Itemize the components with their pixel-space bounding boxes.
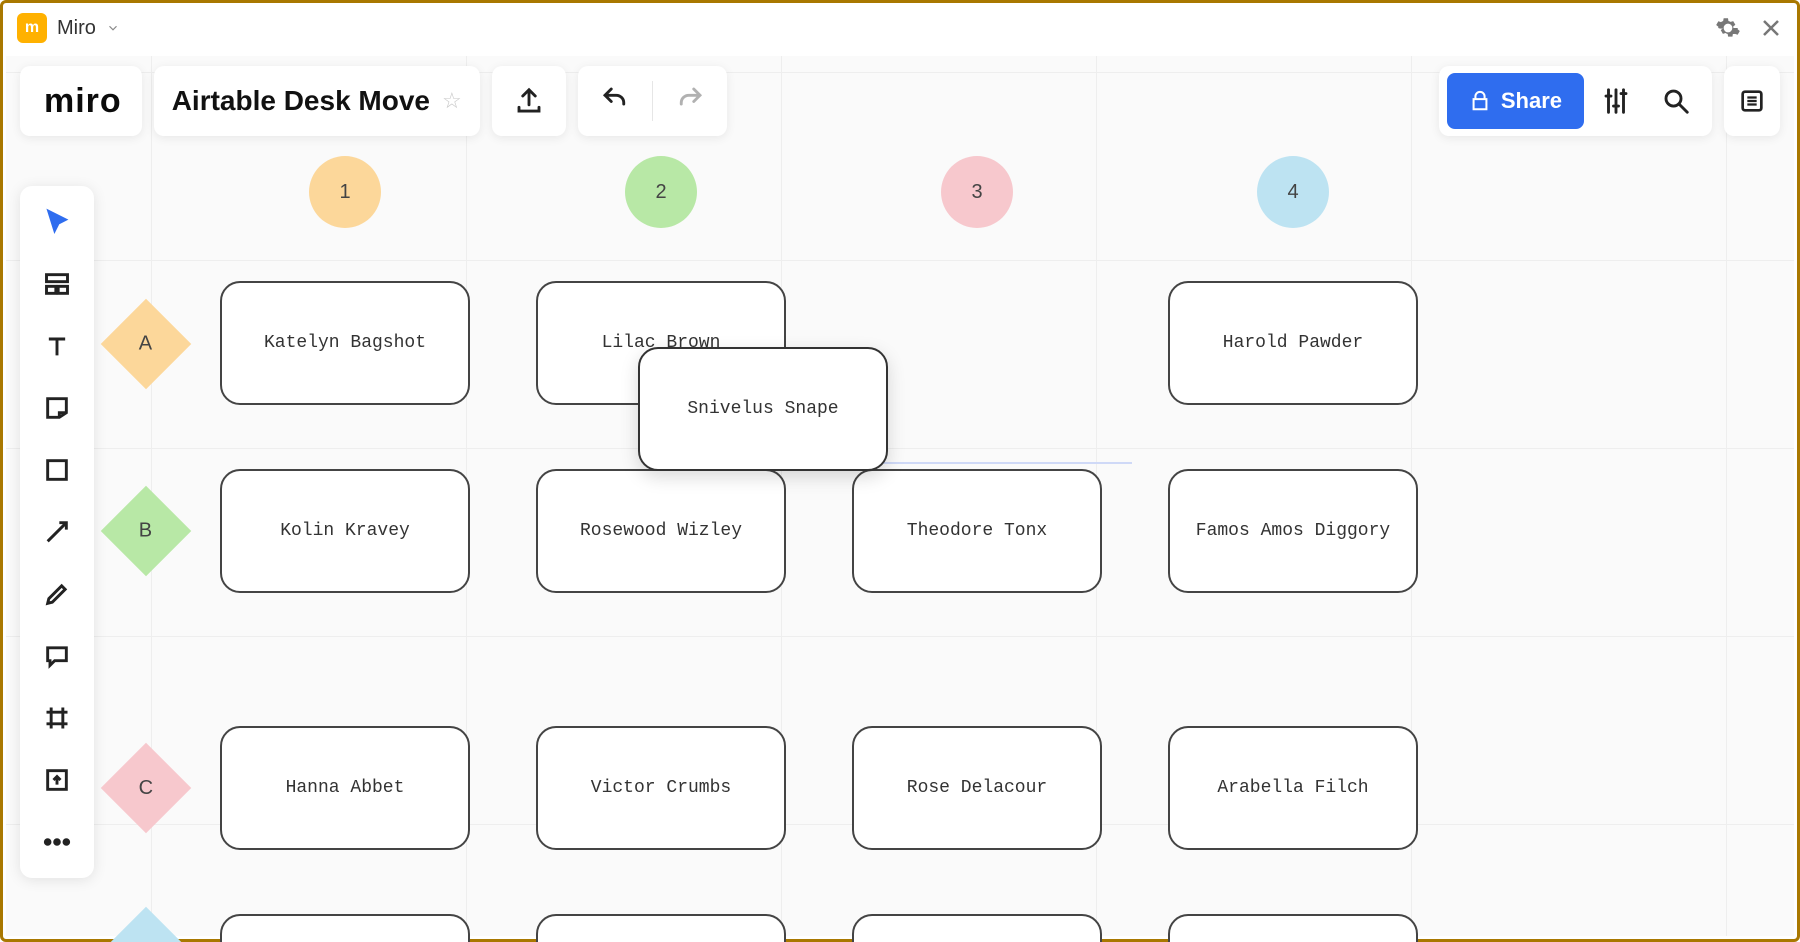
undo-icon — [600, 84, 630, 114]
column-badge-4[interactable]: 4 — [1257, 156, 1329, 228]
desk-card-b1[interactable]: Kolin Kravey — [220, 469, 470, 593]
desk-card-c2[interactable]: Victor Crumbs — [536, 726, 786, 850]
lock-icon — [1469, 90, 1491, 112]
window-titlebar: m Miro — [3, 3, 1797, 53]
sliders-icon — [1601, 86, 1631, 116]
redo-button[interactable] — [653, 84, 727, 119]
tool-select[interactable] — [35, 200, 79, 244]
column-badge-2[interactable]: 2 — [625, 156, 697, 228]
miro-app-icon: m — [17, 13, 47, 43]
activity-panel-button[interactable] — [1724, 73, 1780, 129]
export-button[interactable] — [492, 66, 566, 136]
desk-card-a4[interactable]: Harold Pawder — [1168, 281, 1418, 405]
desk-card-c1[interactable]: Hanna Abbet — [220, 726, 470, 850]
tool-text[interactable] — [35, 324, 79, 368]
search-button[interactable] — [1648, 73, 1704, 129]
close-icon[interactable] — [1759, 16, 1783, 40]
tool-sticky-note[interactable] — [35, 386, 79, 430]
export-icon — [514, 86, 544, 116]
tool-templates[interactable] — [35, 262, 79, 306]
redo-icon — [675, 84, 705, 114]
window-app-name: Miro — [57, 17, 96, 40]
desk-card-dragging[interactable]: Snivelus Snape — [638, 347, 888, 471]
search-icon — [1661, 86, 1691, 116]
desk-card-d1[interactable] — [220, 914, 470, 942]
column-badge-1[interactable]: 1 — [309, 156, 381, 228]
desk-card-d3[interactable] — [852, 914, 1102, 942]
star-icon[interactable]: ☆ — [442, 88, 462, 114]
tool-upload[interactable] — [35, 758, 79, 802]
desk-card-a1[interactable]: Katelyn Bagshot — [220, 281, 470, 405]
tool-comment[interactable] — [35, 634, 79, 678]
undo-button[interactable] — [578, 84, 652, 119]
gear-icon[interactable] — [1715, 15, 1741, 41]
tool-more[interactable] — [35, 820, 79, 864]
desk-card-d2[interactable] — [536, 914, 786, 942]
desk-card-c4[interactable]: Arabella Filch — [1168, 726, 1418, 850]
share-button[interactable]: Share — [1447, 73, 1584, 129]
snap-guide — [852, 462, 1132, 464]
desk-card-c3[interactable]: Rose Delacour — [852, 726, 1102, 850]
board-canvas[interactable]: miro Airtable Desk Move ☆ — [6, 56, 1794, 936]
desk-card-b4[interactable]: Famos Amos Diggory — [1168, 469, 1418, 593]
desk-card-b2[interactable]: Rosewood Wizley — [536, 469, 786, 593]
column-badge-3[interactable]: 3 — [941, 156, 1013, 228]
toolbox — [20, 186, 94, 878]
desk-card-d4[interactable] — [1168, 914, 1418, 942]
dropdown-caret-icon[interactable] — [106, 21, 120, 35]
tool-frame[interactable] — [35, 696, 79, 740]
board-name[interactable]: Airtable Desk Move ☆ — [154, 66, 480, 136]
tool-shape[interactable] — [35, 448, 79, 492]
miro-logo[interactable]: miro — [20, 66, 142, 136]
list-panel-icon — [1738, 87, 1766, 115]
tool-pen[interactable] — [35, 572, 79, 616]
settings-sliders-button[interactable] — [1588, 73, 1644, 129]
tool-connection-line[interactable] — [35, 510, 79, 554]
desk-card-b3[interactable]: Theodore Tonx — [852, 469, 1102, 593]
